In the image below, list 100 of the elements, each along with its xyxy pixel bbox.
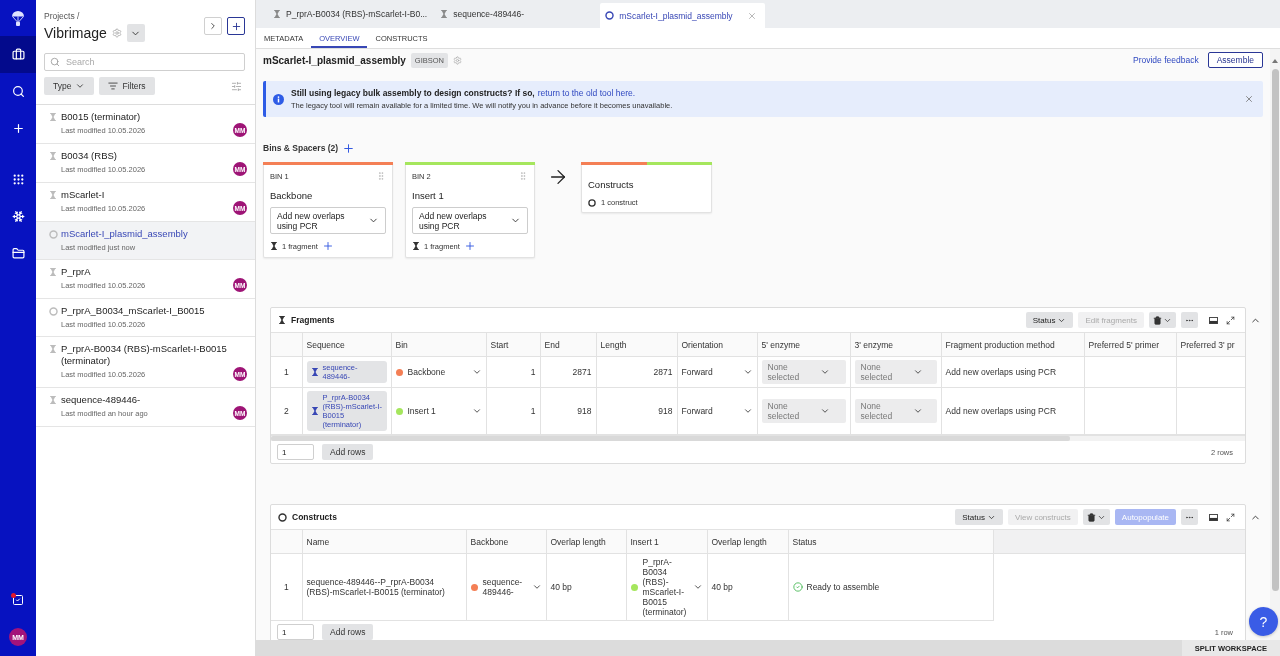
enzyme-select[interactable]: None selected xyxy=(854,360,937,384)
table-cell: 40 bp xyxy=(707,553,788,621)
chevron-down-icon xyxy=(742,406,753,416)
chevron-down-icon xyxy=(531,582,542,592)
table-cell: 1 xyxy=(486,387,540,435)
window-icon[interactable] xyxy=(1209,513,1218,521)
column-header: End xyxy=(540,332,596,357)
method-select[interactable]: Add new overlaps using PCR xyxy=(270,207,386,234)
hourglass-icon xyxy=(49,191,57,199)
nav-button[interactable] xyxy=(0,36,36,73)
table-cell: 40 bp xyxy=(546,553,626,621)
chevron-down-icon xyxy=(692,582,703,592)
plus-icon[interactable] xyxy=(321,240,334,252)
info-icon xyxy=(273,93,284,105)
bin-name: Insert 1 xyxy=(412,190,445,201)
old-tool-link[interactable]: return to the old tool here. xyxy=(537,88,636,98)
close-icon[interactable] xyxy=(747,10,758,21)
method-select[interactable]: Add new overlaps using PCR xyxy=(412,207,528,234)
status-dropdown[interactable]: Status xyxy=(955,509,1003,525)
status-dropdown[interactable]: Status xyxy=(1025,312,1074,328)
row-count-input[interactable]: 1 xyxy=(277,624,314,640)
expand-icon[interactable] xyxy=(1226,315,1235,325)
plus-icon xyxy=(11,122,25,135)
add-button[interactable] xyxy=(227,17,245,35)
enzyme-select[interactable]: None selected xyxy=(854,399,937,423)
delete-dropdown[interactable] xyxy=(1149,312,1176,328)
breadcrumb: Projects / xyxy=(44,11,81,21)
search-field[interactable]: Search xyxy=(44,53,245,71)
enzyme-select[interactable]: None selected xyxy=(761,399,846,423)
chevron-down-icon xyxy=(912,367,923,377)
more-button[interactable] xyxy=(1181,312,1198,328)
bin-select[interactable]: Insert 1 xyxy=(395,406,482,416)
type-dropdown[interactable]: Type xyxy=(44,77,95,95)
feedback-link[interactable]: Provide feedback xyxy=(1133,55,1199,65)
hourglass-icon xyxy=(278,316,286,324)
enzyme-select[interactable]: None selected xyxy=(761,360,846,384)
plus-icon[interactable] xyxy=(342,141,356,155)
hourglass-icon xyxy=(440,10,449,18)
document-tab[interactable]: mScarlet-I_plasmid_assembly xyxy=(600,3,766,28)
help-button[interactable]: ? xyxy=(1249,607,1278,636)
hourglass-icon xyxy=(49,345,57,353)
ring-icon xyxy=(605,11,615,20)
document-tab[interactable]: P_rprA-B0034 (RBS)-mScarlet-I-B0... xyxy=(268,0,436,28)
table-cell: sequence-489446--P_rprA-B0034 (RBS)-mScarlet-I-B0015 (terminator) xyxy=(302,553,466,621)
add-rows-button[interactable]: Add rows xyxy=(322,444,374,460)
project-name: Vibrimage xyxy=(44,24,107,42)
sliders-icon[interactable] xyxy=(231,80,242,92)
briefcase-icon xyxy=(11,48,25,61)
row-count-input[interactable]: 1 xyxy=(277,444,314,460)
plus-icon xyxy=(230,20,242,32)
orientation-select[interactable]: Forward xyxy=(681,406,753,416)
grid-icon xyxy=(11,173,25,186)
check-circle-icon xyxy=(792,582,803,592)
chevron-down-icon xyxy=(912,406,923,416)
filters-button[interactable]: Filters xyxy=(99,77,155,95)
assemble-button[interactable]: Assemble xyxy=(1207,52,1263,68)
window-icon[interactable] xyxy=(1209,316,1218,324)
table-cell: 2871 xyxy=(596,356,677,388)
document-tab[interactable]: sequence-489446- xyxy=(435,0,601,28)
ring-icon xyxy=(278,512,287,522)
hourglass-icon xyxy=(49,152,57,160)
add-rows-button[interactable]: Add rows xyxy=(322,624,374,640)
column-header: Length xyxy=(596,332,677,357)
item-title: B0015 (terminator) xyxy=(61,111,142,123)
expand-button[interactable] xyxy=(204,17,222,35)
column-header: Backbone xyxy=(466,529,546,554)
card-title: Constructs xyxy=(588,179,635,190)
chevron-down-icon xyxy=(819,406,830,416)
project-menu-button[interactable] xyxy=(126,24,145,42)
document-title: mScarlet-I_plasmid_assembly xyxy=(263,54,406,66)
column-header: Sequence xyxy=(302,332,391,357)
column-header: Insert 1 xyxy=(626,529,707,554)
drag-handle-icon[interactable] xyxy=(376,171,386,181)
column-header: 5' enzyme xyxy=(757,332,850,357)
row-number: 2 xyxy=(271,387,302,435)
drag-handle-icon[interactable] xyxy=(518,171,528,181)
item-title: mScarlet-I xyxy=(61,189,106,201)
settings-icon[interactable] xyxy=(111,28,122,38)
column-header: Bin xyxy=(391,332,486,357)
hourglass-icon xyxy=(310,368,319,376)
hourglass-icon xyxy=(270,242,278,250)
expand-icon[interactable] xyxy=(1226,512,1235,522)
more-button[interactable] xyxy=(1181,509,1198,525)
column-header: Start xyxy=(486,332,540,357)
trash-icon xyxy=(1086,512,1096,522)
status-text: Ready to assemble xyxy=(806,582,880,592)
plus-icon[interactable] xyxy=(463,240,476,252)
column-header: Preferred 5' primer xyxy=(1084,332,1176,357)
hourglass-icon xyxy=(49,268,57,276)
column-header: Orientation xyxy=(677,332,757,357)
search-icon xyxy=(50,57,60,67)
table-cell: 1 xyxy=(486,356,540,388)
folder-icon xyxy=(11,247,25,260)
scroll-up-icon xyxy=(1272,59,1278,63)
ring-icon xyxy=(49,230,58,239)
close-icon[interactable] xyxy=(1244,94,1254,104)
table-cell: Add new overlaps using PCR xyxy=(941,356,1084,388)
table-cell: 918 xyxy=(540,387,596,435)
column-header: Overlap length xyxy=(707,529,788,554)
delete-dropdown[interactable] xyxy=(1082,509,1110,525)
